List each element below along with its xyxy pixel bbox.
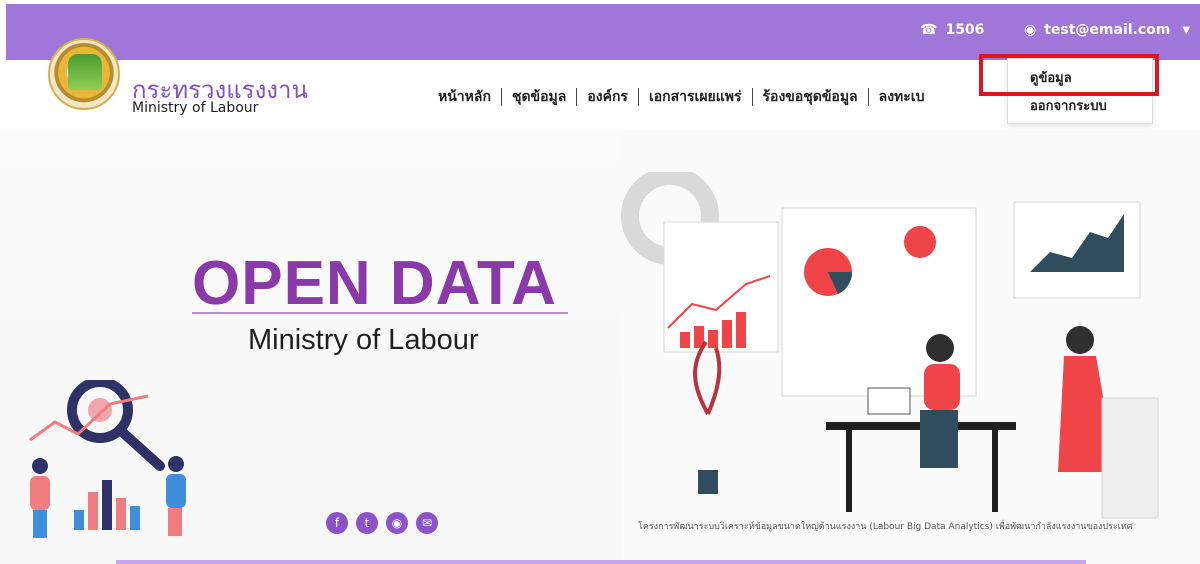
bar xyxy=(708,330,718,348)
person-head xyxy=(168,456,184,472)
chevron-down-icon: ▼ xyxy=(1182,24,1191,36)
nav-publications[interactable]: เอกสารเผยแพร่ xyxy=(649,86,742,108)
cabinet xyxy=(1101,397,1159,519)
magnifier-handle xyxy=(115,425,165,471)
plant-pot xyxy=(698,470,718,494)
chart-bar xyxy=(88,492,98,530)
chart-bar xyxy=(74,510,84,530)
topbar: ☎ 1506 ◉ test@email.com ▼ xyxy=(6,4,1200,60)
chart-bar xyxy=(130,506,140,530)
desk-leg xyxy=(992,430,998,512)
facebook-icon[interactable]: f xyxy=(326,512,348,534)
nav-separator xyxy=(867,88,869,106)
hero-caption: โครงการพัฒนาระบบวิเคราะห์ข้อมูลขนาดใหญ่ด… xyxy=(638,522,1133,532)
laptop xyxy=(867,387,911,415)
person-legs xyxy=(33,510,47,538)
main-nav: หน้าหลัก ชุดข้อมูล องค์กร เอกสารเผยแพร่ … xyxy=(438,86,924,108)
hero-title-divider xyxy=(192,312,568,314)
pie-chart-small xyxy=(904,226,936,258)
right-analytics-illustration xyxy=(621,172,1159,519)
dropdown-view-data[interactable]: ดูข้อมูล xyxy=(1030,67,1072,88)
twitter-icon[interactable]: t xyxy=(356,512,378,534)
app-window: ☎ 1506 ◉ test@email.com ▼ กระทรวงแรงงาน … xyxy=(0,0,1200,564)
person-legs xyxy=(168,508,182,536)
magnifier-chart xyxy=(88,398,112,422)
nav-separator xyxy=(500,88,502,106)
dropdown-logout[interactable]: ออกจากระบบ xyxy=(1030,95,1107,116)
nav-separator xyxy=(751,88,753,106)
chart-bar xyxy=(116,498,126,530)
phone-icon: ☎ xyxy=(920,22,938,38)
ministry-logo[interactable] xyxy=(48,38,120,110)
nav-separator xyxy=(637,88,639,106)
chart-bar xyxy=(102,480,112,530)
phone-number: 1506 xyxy=(945,22,985,38)
woman-head xyxy=(1066,326,1094,354)
man-body xyxy=(924,364,960,410)
mail-icon[interactable]: ✉ xyxy=(416,512,438,534)
person-head xyxy=(32,458,48,474)
bar xyxy=(680,332,690,348)
phone-contact[interactable]: ☎ 1506 xyxy=(920,22,984,38)
hero-banner: OPEN DATA Ministry of Labour f t ◉ ✉ โคร… xyxy=(0,130,1200,564)
user-dropdown-menu: ดูข้อมูล ออกจากระบบ xyxy=(1007,58,1153,124)
person-body xyxy=(30,476,50,510)
user-email: test@email.com xyxy=(1044,22,1171,38)
person-body xyxy=(166,474,186,508)
nav-register[interactable]: ลงทะเบ xyxy=(879,86,925,108)
nav-request-dataset[interactable]: ร้องขอชุดข้อมูล xyxy=(763,86,858,108)
nav-separator xyxy=(576,88,578,106)
logo-emblem xyxy=(68,54,102,90)
bar xyxy=(736,312,746,348)
nav-organization[interactable]: องค์กร xyxy=(587,86,628,108)
hero-title: OPEN DATA xyxy=(192,249,557,318)
nav-home[interactable]: หน้าหลัก xyxy=(438,86,491,108)
nav-dataset[interactable]: ชุดข้อมูล xyxy=(512,86,566,108)
logo-english-text: Ministry of Labour xyxy=(132,100,259,116)
hero-subtitle: Ministry of Labour xyxy=(248,324,479,356)
social-links: f t ◉ ✉ xyxy=(326,512,438,534)
left-analytics-illustration xyxy=(29,380,186,538)
rss-icon[interactable]: ◉ xyxy=(386,512,408,534)
bar xyxy=(722,320,732,348)
desk-leg xyxy=(846,430,852,512)
man-head xyxy=(926,334,954,362)
user-icon: ◉ xyxy=(1024,22,1037,38)
user-menu[interactable]: ◉ test@email.com ▼ xyxy=(1024,22,1190,38)
man-legs xyxy=(920,410,958,468)
bottom-accent-line xyxy=(116,560,1086,564)
plant xyxy=(693,340,722,415)
